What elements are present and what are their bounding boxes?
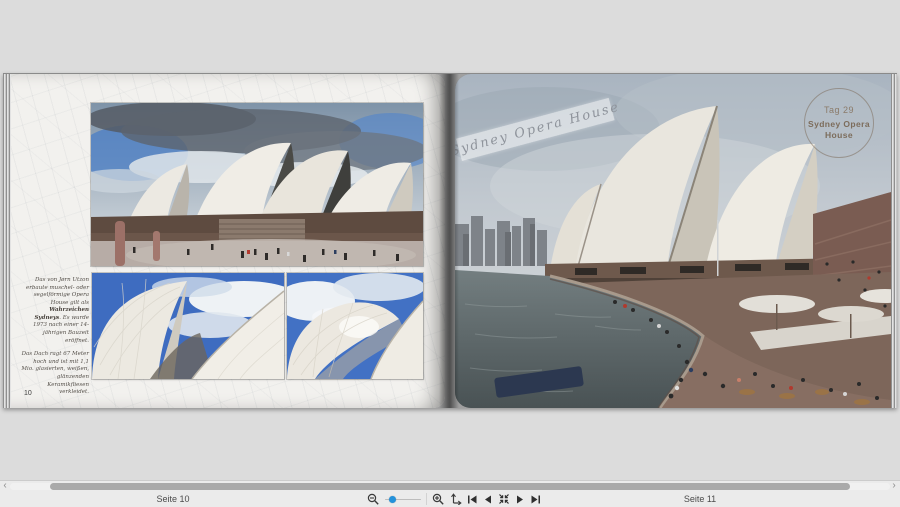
statusbar: ‹ › Seite 10 Seite 11 <box>0 480 900 507</box>
book-spine <box>439 74 459 408</box>
fit-spread-button[interactable] <box>498 492 510 506</box>
photobook-spread: Das von Jørn Utzon erbaute muschel- oder… <box>3 73 897 408</box>
photo-sail-closeup-2[interactable] <box>287 273 423 379</box>
scroll-left-arrow-icon[interactable]: ‹ <box>0 480 10 492</box>
badge-day-label: Tag 29 <box>824 105 854 115</box>
horizontal-scrollbar[interactable]: ‹ › <box>0 482 900 491</box>
magnifier-plus-icon <box>432 493 445 506</box>
badge-title-line1: Sydney Opera <box>808 119 870 130</box>
left-page-label: Seite 10 <box>118 494 228 504</box>
right-page-edges <box>891 74 897 408</box>
page-number-left: 10 <box>24 390 32 397</box>
resize-page-button[interactable] <box>450 492 462 506</box>
zoom-slider-handle[interactable] <box>389 496 396 503</box>
left-page-edges <box>3 74 11 408</box>
left-page[interactable]: Das von Jørn Utzon erbaute muschel- oder… <box>11 74 445 408</box>
last-page-button[interactable] <box>530 492 541 506</box>
sail-closeup-1-art <box>92 273 284 379</box>
arrows-inward-icon <box>498 493 510 505</box>
scroll-right-arrow-icon[interactable]: › <box>889 480 899 492</box>
day-badge[interactable]: Tag 29 Sydney Opera House <box>804 88 874 158</box>
skip-to-last-icon <box>530 494 541 505</box>
first-page-button[interactable] <box>467 492 478 506</box>
caption-paragraph-1: Das von Jørn Utzon erbaute muschel- oder… <box>21 277 89 345</box>
photo-caption: Das von Jørn Utzon erbaute muschel- oder… <box>21 277 89 403</box>
zoom-in-button[interactable] <box>432 492 445 506</box>
toolbar-separator <box>426 493 427 505</box>
view-controls <box>367 491 541 507</box>
prev-page-button[interactable] <box>483 492 493 506</box>
right-page[interactable]: Sydney Opera House Tag 29 Sydney Opera H… <box>455 74 891 408</box>
triangle-left-icon <box>483 494 493 505</box>
sail-closeup-2-art <box>287 273 423 379</box>
magnifier-minus-icon <box>367 493 380 506</box>
next-page-button[interactable] <box>515 492 525 506</box>
zoom-slider[interactable] <box>385 492 421 506</box>
skip-to-first-icon <box>467 494 478 505</box>
badge-title-line2: House <box>825 130 853 141</box>
photobook-editor-window: { "colors": { "window_bg": "#dcdcdc", "p… <box>0 0 900 506</box>
right-page-label: Seite 11 <box>645 494 755 504</box>
arrows-up-right-icon <box>450 493 462 505</box>
photo-opera-forecourt[interactable] <box>91 103 423 266</box>
photo-sail-closeup-1[interactable] <box>92 273 284 379</box>
opera-forecourt-art <box>91 103 423 266</box>
triangle-right-icon <box>515 494 525 505</box>
caption-p1-text: Das von Jørn Utzon erbaute muschel- oder… <box>26 277 89 306</box>
scrollbar-thumb[interactable] <box>50 483 850 490</box>
zoom-out-button[interactable] <box>367 492 380 506</box>
